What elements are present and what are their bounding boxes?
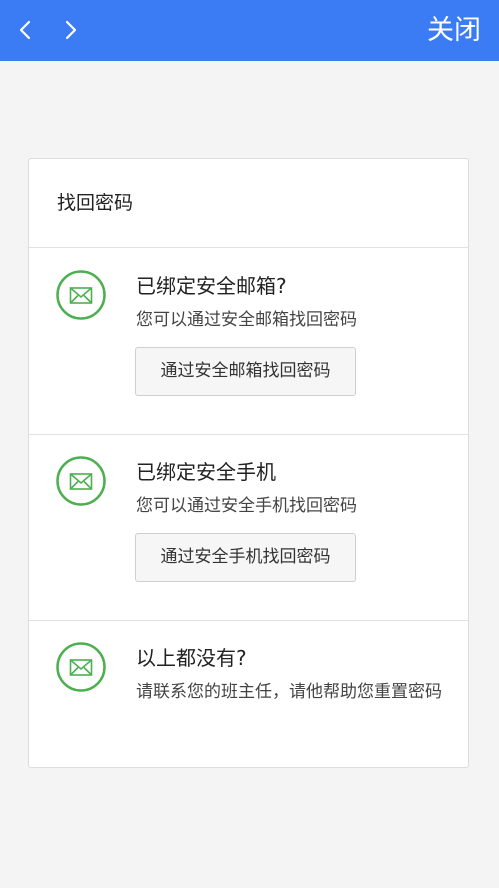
option-heading: 已绑定安全邮箱? [136, 274, 287, 298]
card-title: 找回密码 [57, 192, 134, 214]
option-description: 您可以通过安全手机找回密码 [136, 496, 357, 516]
recover-password-card: 找回密码 已绑定安全邮箱? 您可以通过安全邮箱找回密码 通过安全邮箱找回密码 已… [28, 158, 469, 768]
recover-by-phone-button[interactable]: 通过安全手机找回密码 [135, 533, 356, 582]
option-email: 已绑定安全邮箱? 您可以通过安全邮箱找回密码 通过安全邮箱找回密码 [29, 248, 468, 434]
option-contact-teacher: 以上都没有? 请联系您的班主任，请他帮助您重置密码 [29, 620, 468, 766]
option-phone: 已绑定安全手机 您可以通过安全手机找回密码 通过安全手机找回密码 [29, 434, 468, 620]
chevron-right-icon [56, 16, 84, 44]
recover-by-email-button[interactable]: 通过安全邮箱找回密码 [135, 347, 356, 396]
option-description: 您可以通过安全邮箱找回密码 [136, 310, 357, 330]
envelope-icon [56, 270, 106, 320]
envelope-icon [56, 456, 106, 506]
option-heading: 以上都没有? [136, 646, 247, 670]
forward-button[interactable] [56, 16, 84, 44]
envelope-icon [56, 642, 106, 692]
top-bar: 关闭 [0, 0, 499, 61]
option-heading: 已绑定安全手机 [136, 460, 276, 484]
option-description: 请联系您的班主任，请他帮助您重置密码 [136, 682, 442, 702]
back-button[interactable] [12, 16, 40, 44]
chevron-left-icon [12, 16, 40, 44]
close-button[interactable]: 关闭 [427, 14, 481, 48]
